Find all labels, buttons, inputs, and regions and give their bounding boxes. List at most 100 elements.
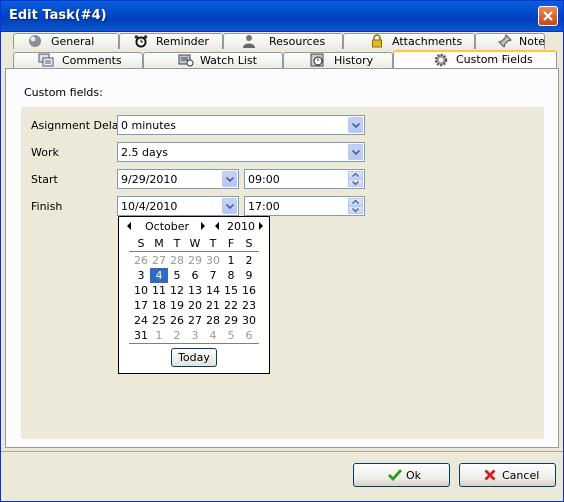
calendar-header: October 2010 xyxy=(119,217,269,235)
spin-up-icon[interactable] xyxy=(348,198,363,206)
calendar-day[interactable]: 29 xyxy=(186,253,204,268)
cancel-button[interactable]: Cancel xyxy=(459,463,556,487)
alarm-clock-icon xyxy=(134,34,148,51)
calendar-year[interactable]: 2010 xyxy=(227,220,255,233)
next-year-icon[interactable] xyxy=(259,222,263,230)
calendar-day[interactable]: 2 xyxy=(240,253,258,268)
calendar-day[interactable]: 27 xyxy=(150,253,168,268)
calendar-popup: October 2010 S M T W T F S 26 27 28 29 30 1 2 3 4 5 6 7 8 9 1… xyxy=(118,216,270,374)
calendar-day[interactable]: 13 xyxy=(186,283,204,298)
ok-button[interactable]: Ok xyxy=(353,463,450,487)
calendar-day[interactable]: 31 xyxy=(132,328,150,343)
weekday-header: F xyxy=(227,237,235,250)
tab-resources[interactable]: Resources xyxy=(223,33,343,49)
tab-general-label: General xyxy=(51,35,95,48)
tab-reminder[interactable]: Reminder xyxy=(119,33,223,49)
tab-custom-fields[interactable]: Custom Fields xyxy=(393,50,557,69)
calendar-day[interactable]: 26 xyxy=(168,313,186,328)
calendar-day[interactable]: 30 xyxy=(204,253,222,268)
spin-buttons[interactable] xyxy=(348,171,363,187)
calendar-day[interactable]: 20 xyxy=(186,298,204,313)
weekday-header: M xyxy=(154,237,164,250)
tab-watch-list[interactable]: Watch List xyxy=(143,52,283,68)
tab-custom-fields-label: Custom Fields xyxy=(456,53,533,66)
start-date-picker[interactable]: 9/29/2010 xyxy=(117,169,239,189)
calendar-day[interactable]: 5 xyxy=(168,268,186,283)
calendar-day[interactable]: 19 xyxy=(168,298,186,313)
calendar-day[interactable]: 24 xyxy=(132,313,150,328)
calendar-day[interactable]: 1 xyxy=(222,253,240,268)
tab-note[interactable]: Note xyxy=(475,33,545,49)
calendar-day[interactable]: 3 xyxy=(186,328,204,343)
calendar-day[interactable]: 6 xyxy=(186,268,204,283)
calendar-day[interactable]: 23 xyxy=(240,298,258,313)
calendar-day[interactable]: 3 xyxy=(132,268,150,283)
calendar-day[interactable]: 25 xyxy=(150,313,168,328)
calendar-day[interactable]: 1 xyxy=(150,328,168,343)
calendar-day[interactable]: 28 xyxy=(204,313,222,328)
finish-time-value: 17:00 xyxy=(248,200,280,213)
calendar-day[interactable]: 5 xyxy=(222,328,240,343)
calendar-day[interactable]: 21 xyxy=(204,298,222,313)
next-month-icon[interactable] xyxy=(201,222,205,230)
spin-buttons[interactable] xyxy=(348,198,363,214)
spin-up-icon[interactable] xyxy=(348,171,363,179)
finish-label: Finish xyxy=(31,200,63,213)
today-button[interactable]: Today xyxy=(171,348,217,367)
prev-month-icon[interactable] xyxy=(127,222,131,230)
spin-down-icon[interactable] xyxy=(348,179,363,187)
calendar-day[interactable]: 15 xyxy=(222,283,240,298)
weekday-header: T xyxy=(209,237,217,250)
title-bar[interactable]: Edit Task(#4) xyxy=(1,1,563,32)
close-button[interactable] xyxy=(538,6,558,26)
calendar-day[interactable]: 17 xyxy=(132,298,150,313)
calendar-day[interactable]: 30 xyxy=(240,313,258,328)
calendar-day[interactable]: 4 xyxy=(204,328,222,343)
calendar-day[interactable]: 18 xyxy=(150,298,168,313)
chevron-down-icon[interactable] xyxy=(222,171,237,187)
calendar-day[interactable]: 11 xyxy=(150,283,168,298)
work-dropdown[interactable]: 2.5 days xyxy=(117,142,365,162)
calendar-day[interactable]: 10 xyxy=(132,283,150,298)
calendar-month[interactable]: October xyxy=(145,220,189,233)
assignment-delay-value: 0 minutes xyxy=(121,119,177,132)
spin-down-icon[interactable] xyxy=(348,206,363,214)
calendar-day[interactable]: 27 xyxy=(186,313,204,328)
calendar-day[interactable]: 22 xyxy=(222,298,240,313)
chevron-down-icon[interactable] xyxy=(222,198,237,214)
tab-history[interactable]: History xyxy=(283,52,393,68)
calendar-day[interactable]: 14 xyxy=(204,283,222,298)
chevron-down-icon[interactable] xyxy=(348,144,363,160)
calendar-day[interactable]: 28 xyxy=(168,253,186,268)
tab-general[interactable]: General xyxy=(13,33,119,49)
assignment-delay-dropdown[interactable]: 0 minutes xyxy=(117,115,365,135)
calendar-day[interactable]: 16 xyxy=(240,283,258,298)
calendar-day[interactable]: 7 xyxy=(204,268,222,283)
work-value: 2.5 days xyxy=(121,146,168,159)
tab-reminder-label: Reminder xyxy=(156,35,209,48)
calendar-day[interactable]: 26 xyxy=(132,253,150,268)
calendar-day-selected[interactable]: 4 xyxy=(150,268,168,283)
finish-time-spinner[interactable]: 17:00 xyxy=(244,196,365,216)
calendar-day[interactable]: 2 xyxy=(168,328,186,343)
calendar-day[interactable]: 29 xyxy=(222,313,240,328)
calendar-day[interactable]: 9 xyxy=(240,268,258,283)
calendar-day[interactable]: 6 xyxy=(240,328,258,343)
finish-date-value: 10/4/2010 xyxy=(121,200,178,213)
tab-comments[interactable]: Comments xyxy=(13,52,143,68)
person-icon xyxy=(242,34,256,51)
tab-note-label: Note xyxy=(519,35,546,48)
tab-attachments[interactable]: Attachments xyxy=(343,33,475,49)
assignment-delay-label: Asignment Delay xyxy=(31,119,126,132)
chevron-down-icon[interactable] xyxy=(348,117,363,133)
weekday-header: S xyxy=(137,237,145,250)
finish-date-picker[interactable]: 10/4/2010 xyxy=(117,196,239,216)
weekday-header: W xyxy=(189,237,201,250)
start-time-spinner[interactable]: 09:00 xyxy=(244,169,365,189)
prev-year-icon[interactable] xyxy=(215,222,219,230)
lock-icon xyxy=(370,34,384,51)
calendar-day[interactable]: 12 xyxy=(168,283,186,298)
calendar-day[interactable]: 8 xyxy=(222,268,240,283)
weekday-header: T xyxy=(173,237,181,250)
cancel-x-icon xyxy=(484,469,496,481)
